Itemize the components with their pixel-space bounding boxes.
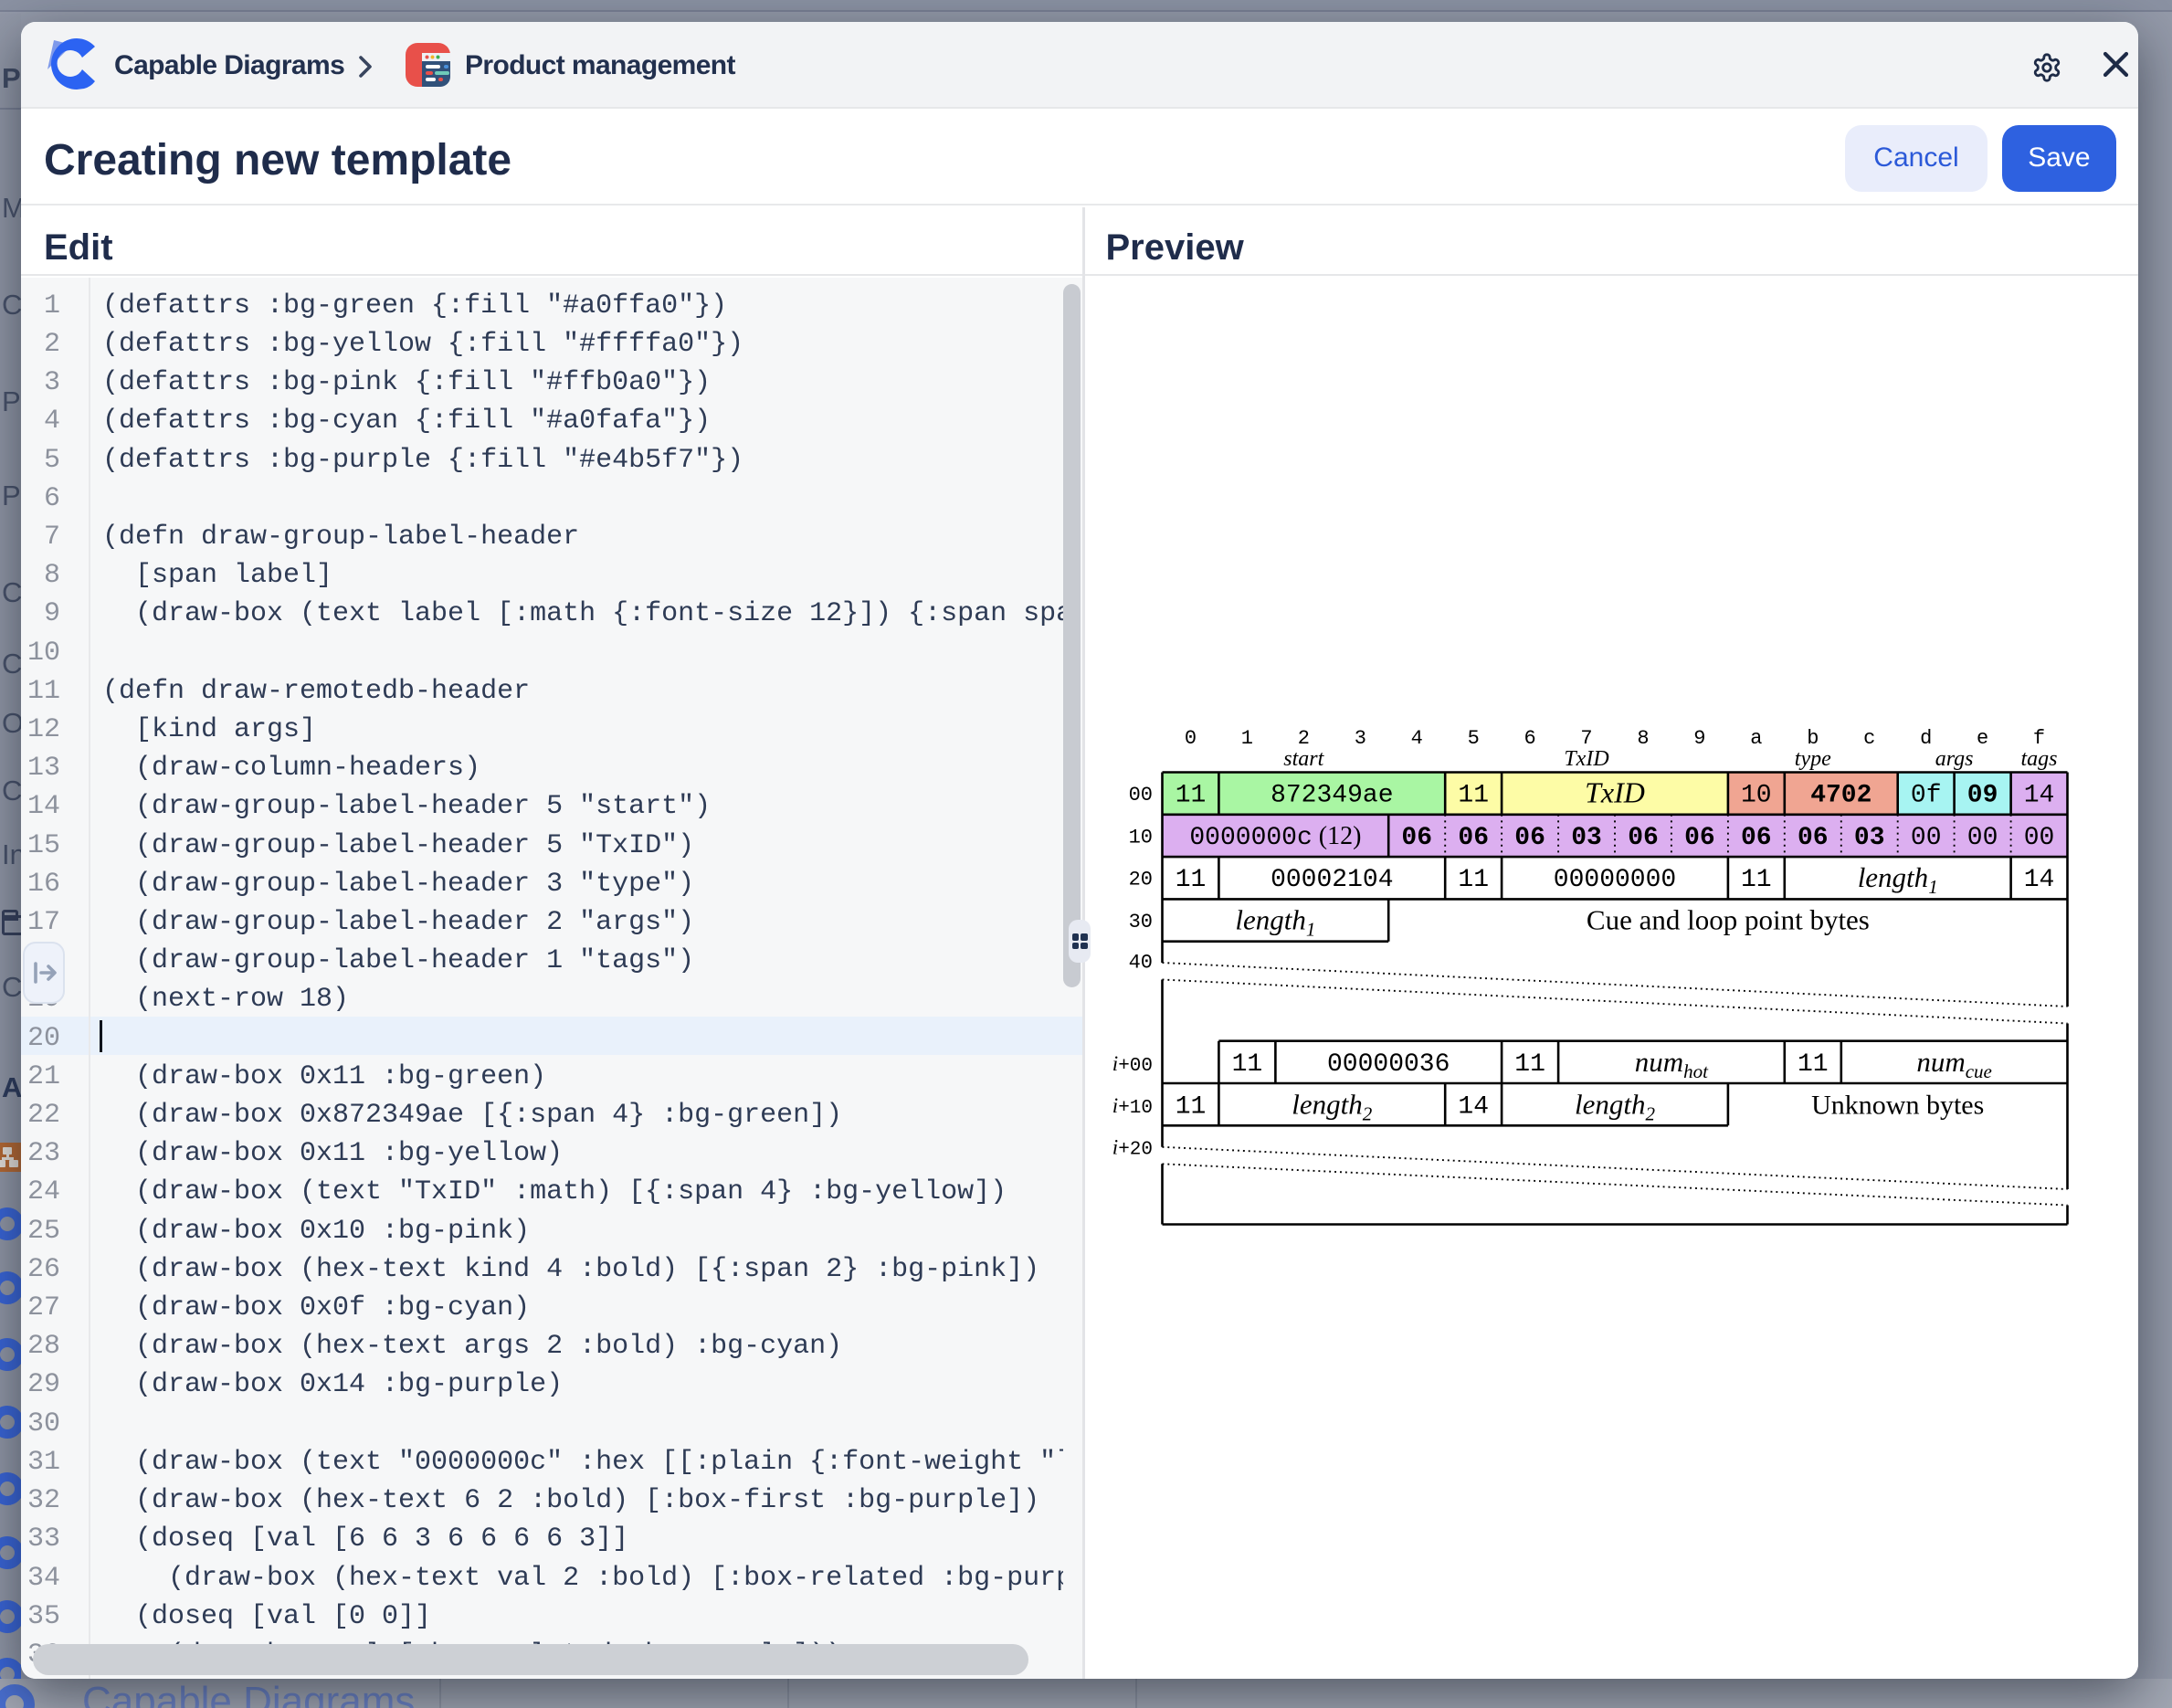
svg-text:e: e [1977, 727, 1988, 750]
svg-text:06: 06 [1514, 824, 1545, 852]
svg-text:00: 00 [2024, 824, 2055, 852]
svg-text:i+20: i+20 [1112, 1136, 1153, 1161]
svg-text:10: 10 [1129, 826, 1153, 849]
svg-text:09: 09 [1967, 782, 1998, 810]
svg-text:Unknown bytes: Unknown bytes [1811, 1090, 1984, 1120]
svg-text:00002104: 00002104 [1271, 866, 1393, 894]
svg-text:d: d [1920, 727, 1932, 750]
svg-text:11: 11 [1741, 866, 1772, 894]
svg-text:length1: length1 [1235, 903, 1315, 940]
svg-text:11: 11 [1176, 1092, 1207, 1121]
svg-text:c: c [1863, 727, 1875, 750]
svg-text:0000000c (12): 0000000c (12) [1189, 822, 1361, 852]
svg-text:06: 06 [1401, 824, 1432, 852]
svg-text:3: 3 [1355, 727, 1366, 750]
svg-text:11: 11 [1458, 866, 1489, 894]
svg-text:03: 03 [1854, 824, 1885, 852]
svg-text:i+10: i+10 [1112, 1094, 1153, 1119]
svg-text:11: 11 [1176, 782, 1207, 810]
svg-text:11: 11 [1458, 782, 1489, 810]
svg-text:i+00: i+00 [1112, 1052, 1153, 1077]
svg-text:6: 6 [1524, 727, 1535, 750]
svg-text:06: 06 [1458, 824, 1489, 852]
svg-text:06: 06 [1741, 824, 1772, 852]
svg-text:4: 4 [1411, 727, 1423, 750]
svg-text:length1: length1 [1858, 861, 1938, 898]
svg-text:11: 11 [1514, 1050, 1545, 1079]
svg-text:11: 11 [1798, 1050, 1829, 1079]
svg-text:00000000: 00000000 [1554, 866, 1676, 894]
svg-text:9: 9 [1693, 727, 1705, 750]
svg-text:start: start [1283, 747, 1324, 771]
svg-text:06: 06 [1684, 824, 1715, 852]
svg-text:TxID: TxID [1564, 747, 1608, 771]
svg-text:0: 0 [1185, 727, 1197, 750]
svg-text:00: 00 [1967, 824, 1998, 852]
svg-text:8: 8 [1637, 727, 1649, 750]
svg-text:06: 06 [1798, 824, 1829, 852]
svg-text:00: 00 [1911, 824, 1942, 852]
svg-text:11: 11 [1176, 866, 1207, 894]
svg-text:numhot: numhot [1635, 1046, 1709, 1082]
svg-text:length2: length2 [1292, 1088, 1373, 1124]
svg-text:11: 11 [1232, 1050, 1263, 1079]
svg-text:a: a [1750, 727, 1762, 750]
svg-text:00: 00 [1129, 784, 1153, 807]
svg-text:Cue and loop point bytes: Cue and loop point bytes [1587, 903, 1870, 935]
svg-text:0f: 0f [1911, 782, 1942, 810]
svg-text:06: 06 [1628, 824, 1659, 852]
svg-text:10: 10 [1741, 782, 1772, 810]
svg-text:14: 14 [1458, 1092, 1489, 1121]
svg-text:14: 14 [2024, 866, 2055, 894]
svg-text:4702: 4702 [1810, 782, 1872, 810]
svg-text:tags: tags [2020, 747, 2057, 771]
svg-text:40: 40 [1129, 952, 1153, 975]
svg-text:length2: length2 [1575, 1088, 1656, 1124]
svg-text:30: 30 [1129, 911, 1153, 933]
svg-text:numcue: numcue [1916, 1046, 1992, 1082]
svg-text:872349ae: 872349ae [1271, 782, 1393, 810]
svg-text:args: args [1935, 747, 1974, 771]
svg-text:TxID: TxID [1585, 776, 1645, 809]
svg-text:03: 03 [1571, 824, 1602, 852]
svg-text:00000036: 00000036 [1327, 1050, 1450, 1079]
svg-text:20: 20 [1129, 869, 1153, 891]
svg-text:5: 5 [1468, 727, 1480, 750]
svg-text:1: 1 [1241, 727, 1253, 750]
svg-text:type: type [1795, 747, 1831, 771]
svg-text:14: 14 [2024, 782, 2055, 810]
